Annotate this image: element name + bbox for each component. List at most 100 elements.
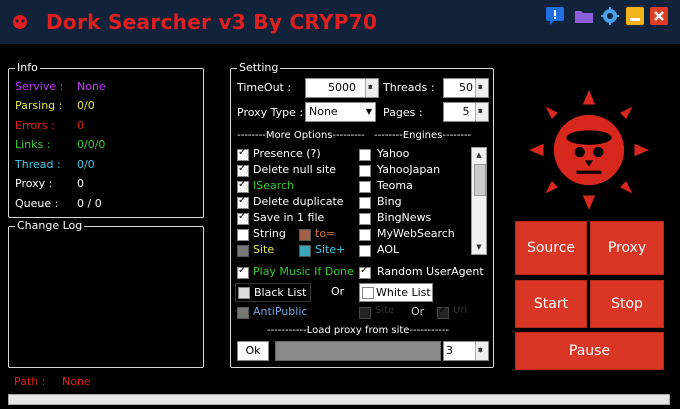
engine-checkbox-teoma[interactable] xyxy=(359,181,371,193)
white-list-checkbox[interactable] xyxy=(362,287,374,299)
scroll-up-icon[interactable]: ▲ xyxy=(472,148,486,162)
main-progress-bar xyxy=(8,394,670,405)
timeout-spinner[interactable] xyxy=(365,78,378,97)
pages-label: Pages : xyxy=(383,106,423,119)
info-row-proxy: Proxy : 0 xyxy=(15,177,84,190)
info-row-thread: Thread : 0/0 xyxy=(15,158,95,171)
ok-button[interactable]: Ok xyxy=(237,341,269,361)
white-list-label: White List xyxy=(376,286,431,299)
threads-label: Threads : xyxy=(383,81,435,94)
info-row-parsing: Parsing : 0/0 xyxy=(15,99,95,112)
delete-null-label: Delete null site xyxy=(253,163,337,176)
black-list-option[interactable]: Black List xyxy=(235,283,311,302)
delete-duplicate-checkbox[interactable] xyxy=(237,195,249,209)
site-dim-label: Site xyxy=(375,305,395,316)
engine-checkbox-yahoojapan[interactable] xyxy=(359,165,371,177)
proxy-value: 0 xyxy=(77,177,84,190)
black-list-label: Black List xyxy=(254,286,307,299)
pages-input[interactable]: 5 xyxy=(443,102,489,122)
pages-spinner[interactable] xyxy=(475,102,488,121)
straw-hat-skull-logo xyxy=(529,90,649,210)
antipublic-label: AntiPublic xyxy=(253,305,308,318)
engines-scrollbar[interactable]: ▲ ▼ xyxy=(471,147,487,255)
engine-label-teoma: Teoma xyxy=(377,179,413,192)
proxy-count-spinner[interactable] xyxy=(475,341,488,360)
info-group-label: Info xyxy=(15,61,40,74)
load-proxy-header: -----------Load proxy from site---------… xyxy=(267,325,450,336)
black-list-checkbox[interactable] xyxy=(238,287,250,299)
or2-label: Or xyxy=(411,305,425,318)
string-checkbox[interactable] xyxy=(237,229,249,241)
isearch-checkbox[interactable] xyxy=(237,179,249,193)
more-options-header: --------More Options--------- xyxy=(237,130,365,141)
engines-header: --------Engines-------- xyxy=(374,130,472,141)
save-one-file-checkbox[interactable] xyxy=(237,211,249,225)
proxytype-select[interactable]: None ▼ xyxy=(305,102,376,122)
threads-spinner[interactable] xyxy=(475,78,488,97)
proxytype-label: Proxy Type : xyxy=(237,106,304,119)
delete-duplicate-label: Delete duplicate xyxy=(253,195,344,208)
engines-list[interactable]: Yahoo YahooJapan Teoma Bing BingNews MyW… xyxy=(359,147,471,259)
parsing-value: 0/0 xyxy=(77,99,95,112)
proxy-count-input[interactable]: 3 xyxy=(443,341,489,361)
scroll-thumb[interactable] xyxy=(474,164,486,196)
proxy-button[interactable]: Proxy xyxy=(590,221,664,275)
delete-null-checkbox[interactable] xyxy=(237,163,249,177)
info-icon[interactable] xyxy=(545,6,565,26)
engine-checkbox-aol[interactable] xyxy=(359,245,371,257)
engine-label-yahoojapan: YahooJapan xyxy=(377,163,441,176)
info-row-queue: Queue : 0 / 0 xyxy=(15,197,102,210)
timeout-input[interactable]: 5000 xyxy=(305,78,379,98)
folder-icon[interactable] xyxy=(574,6,594,26)
start-button[interactable]: Start xyxy=(515,280,587,328)
engine-checkbox-mywebsearch[interactable] xyxy=(359,229,371,241)
play-music-checkbox[interactable] xyxy=(237,265,249,279)
antipublic-checkbox[interactable] xyxy=(237,307,249,319)
url-dim-checkbox[interactable] xyxy=(437,305,449,319)
stop-button[interactable]: Stop xyxy=(590,280,664,328)
engine-label-bing: Bing xyxy=(377,195,402,208)
links-value: 0/0/0 xyxy=(77,138,106,151)
engine-label-yahoo: Yahoo xyxy=(377,147,410,160)
queue-value: 0 / 0 xyxy=(77,197,102,210)
engine-checkbox-yahoo[interactable] xyxy=(359,149,371,161)
site-dim-checkbox[interactable] xyxy=(359,307,371,319)
engine-checkbox-bing[interactable] xyxy=(359,197,371,209)
siteplus-checkbox[interactable] xyxy=(299,245,311,257)
site-checkbox[interactable] xyxy=(237,245,249,257)
timeout-label: TimeOut : xyxy=(237,81,292,94)
gear-icon[interactable] xyxy=(600,6,620,26)
thread-value: 0/0 xyxy=(77,158,95,171)
errors-value: 0 xyxy=(77,119,84,132)
window-title: Dork Searcher v3 By CRYP70 xyxy=(46,10,378,34)
siteplus-label: Site+ xyxy=(315,243,346,256)
random-ua-checkbox[interactable] xyxy=(359,265,371,279)
chevron-down-icon: ▼ xyxy=(365,107,372,116)
changelog-group[interactable]: Change Log xyxy=(8,219,204,368)
engine-checkbox-bingnews[interactable] xyxy=(359,213,371,225)
threads-input[interactable]: 50 xyxy=(443,78,489,98)
engine-label-mywebsearch: MyWebSearch xyxy=(377,227,455,240)
info-row-errors: Errors : 0 xyxy=(15,119,84,132)
to-label: to= xyxy=(315,227,336,240)
play-music-label: Play Music If Done xyxy=(253,265,354,278)
changelog-label: Change Log xyxy=(15,219,85,232)
path-label: Path : xyxy=(14,375,46,388)
engine-label-aol: AOL xyxy=(377,243,400,256)
close-icon[interactable] xyxy=(649,6,669,26)
setting-label: Setting xyxy=(237,61,281,74)
pause-button[interactable]: Pause xyxy=(515,332,664,370)
info-group: Info Servive : None Parsing : 0/0 Errors… xyxy=(8,61,204,218)
path-value: None xyxy=(62,375,91,388)
to-checkbox[interactable] xyxy=(299,229,311,241)
minimize-icon[interactable] xyxy=(625,6,645,26)
info-row-service: Servive : None xyxy=(15,80,106,93)
service-value: None xyxy=(77,80,106,93)
scroll-down-icon[interactable]: ▼ xyxy=(472,240,486,254)
presence-checkbox[interactable] xyxy=(237,147,249,161)
white-list-option[interactable]: White List xyxy=(359,283,433,302)
source-button[interactable]: Source xyxy=(515,221,587,275)
isearch-label: ISearch xyxy=(253,179,295,192)
setting-group: Setting TimeOut : 5000 Threads : 50 Prox… xyxy=(230,61,494,368)
presence-label: Presence (?) xyxy=(253,147,321,160)
